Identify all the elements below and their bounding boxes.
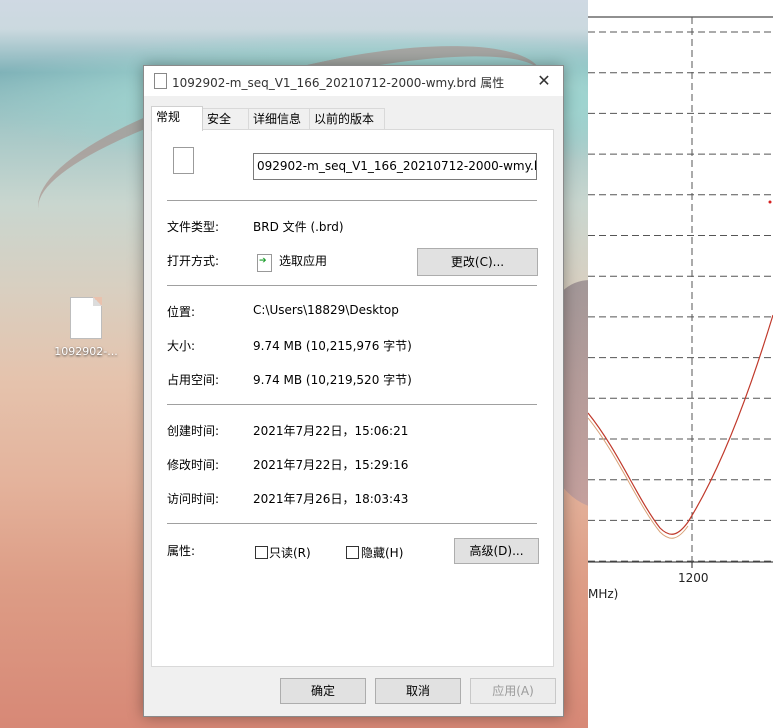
x-axis-unit: MHz) bbox=[588, 587, 619, 601]
hidden-label[interactable]: 隐藏(H) bbox=[361, 544, 403, 561]
created-value: 2021年7月22日，15:06:21 bbox=[253, 424, 409, 438]
file-type-label: 文件类型: bbox=[167, 220, 220, 234]
general-panel: 092902-m_seq_V1_166_20210712-2000-wmy.br… bbox=[151, 129, 554, 667]
plot-window: 1200 MHz) bbox=[588, 0, 773, 728]
divider bbox=[167, 404, 537, 405]
hidden-checkbox[interactable] bbox=[346, 546, 359, 559]
file-icon bbox=[70, 297, 102, 339]
readonly-label[interactable]: 只读(R) bbox=[269, 544, 311, 561]
desktop-file-label: 1092902-... bbox=[54, 345, 118, 358]
file-type-value: BRD 文件 (.brd) bbox=[253, 220, 344, 234]
location-value: C:\Users\18829\Desktop bbox=[253, 303, 399, 317]
readonly-checkbox[interactable] bbox=[255, 546, 268, 559]
accessed-value: 2021年7月26日，18:03:43 bbox=[253, 492, 409, 506]
plot-marker bbox=[768, 200, 772, 204]
accessed-label: 访问时间: bbox=[167, 492, 220, 506]
close-icon[interactable]: ✕ bbox=[531, 68, 557, 94]
created-label: 创建时间: bbox=[167, 424, 220, 438]
location-label: 位置: bbox=[167, 305, 196, 319]
open-with-label: 打开方式: bbox=[167, 254, 220, 268]
divider bbox=[167, 200, 537, 201]
size-value: 9.74 MB (10,215,976 字节) bbox=[253, 339, 412, 353]
file-icon bbox=[154, 73, 167, 89]
size-label: 大小: bbox=[167, 339, 196, 353]
ok-button[interactable]: 确定 bbox=[280, 678, 366, 704]
title-bar[interactable]: 1092902-m_seq_V1_166_20210712-2000-wmy.b… bbox=[144, 66, 563, 96]
attributes-label: 属性: bbox=[167, 544, 196, 558]
plot-curve bbox=[588, 314, 773, 535]
open-with-value: 选取应用 bbox=[279, 254, 328, 268]
properties-dialog: 1092902-m_seq_V1_166_20210712-2000-wmy.b… bbox=[143, 65, 564, 717]
size-on-disk-value: 9.74 MB (10,219,520 字节) bbox=[253, 373, 412, 387]
change-button[interactable]: 更改(C)... bbox=[417, 248, 538, 276]
desktop-file-icon[interactable]: 1092902-... bbox=[50, 297, 122, 358]
file-name-input[interactable]: 092902-m_seq_V1_166_20210712-2000-wmy.br… bbox=[253, 153, 537, 180]
dialog-title: 1092902-m_seq_V1_166_20210712-2000-wmy.b… bbox=[172, 76, 505, 90]
modified-label: 修改时间: bbox=[167, 458, 220, 472]
divider bbox=[167, 285, 537, 286]
open-app-icon bbox=[257, 254, 272, 272]
tab-previous-versions[interactable]: 以前的版本 bbox=[309, 108, 385, 129]
size-on-disk-label: 占用空间: bbox=[167, 373, 220, 387]
file-icon bbox=[173, 147, 194, 174]
plot-canvas bbox=[588, 16, 773, 568]
apply-button[interactable]: 应用(A) bbox=[470, 678, 556, 704]
tab-general[interactable]: 常规 bbox=[151, 106, 203, 131]
tab-security[interactable]: 安全 bbox=[202, 108, 254, 129]
divider bbox=[167, 523, 537, 524]
tab-details[interactable]: 详细信息 bbox=[248, 108, 312, 129]
modified-value: 2021年7月22日，15:29:16 bbox=[253, 458, 409, 472]
cancel-button[interactable]: 取消 bbox=[375, 678, 461, 704]
advanced-button[interactable]: 高级(D)... bbox=[454, 538, 539, 564]
x-tick-label: 1200 bbox=[678, 571, 709, 585]
